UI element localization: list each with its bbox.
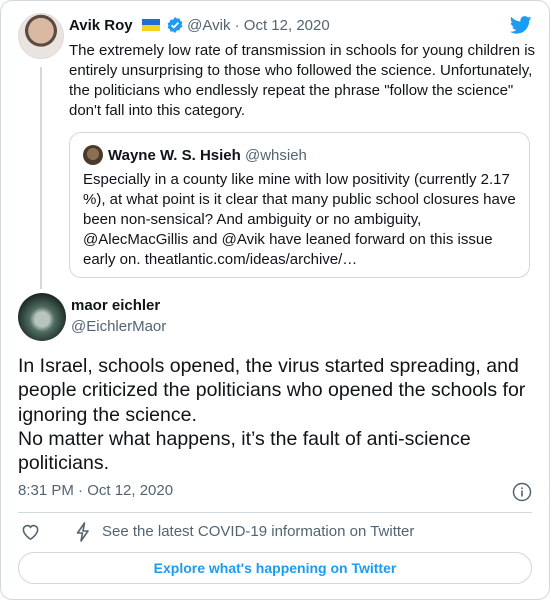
verified-badge-icon	[167, 17, 183, 33]
avatar[interactable]	[83, 145, 103, 165]
divider	[18, 512, 532, 513]
author-handle[interactable]: @Avik	[187, 17, 230, 34]
parent-tweet-header: Avik Roy @Avik · Oct 12, 2020	[69, 17, 330, 37]
parent-tweet-text: The extremely low rate of transmission i…	[69, 42, 536, 119]
info-icon[interactable]	[512, 482, 532, 502]
avatar[interactable]	[18, 13, 64, 59]
ukraine-flag-icon	[141, 19, 160, 31]
covid-info-link[interactable]: See the latest COVID-19 information on T…	[102, 523, 414, 540]
author-name[interactable]: Wayne W. S. Hsieh	[108, 147, 241, 164]
author-name[interactable]: Avik Roy	[69, 17, 133, 34]
quoted-tweet-text: Especially in a county like mine with lo…	[83, 171, 516, 268]
author-handle[interactable]: @EichlerMaor	[71, 318, 166, 335]
thread-connector-line	[40, 67, 42, 289]
separator: ·	[234, 17, 240, 34]
quoted-tweet-header: Wayne W. S. Hsieh @whsieh	[108, 147, 307, 164]
author-handle[interactable]: @whsieh	[245, 147, 307, 164]
heart-icon[interactable]	[21, 523, 40, 541]
tweet-date[interactable]: Oct 12, 2020	[244, 17, 330, 34]
quoted-tweet[interactable]: Wayne W. S. Hsieh @whsieh Especially in …	[69, 132, 530, 278]
twitter-logo-icon[interactable]	[510, 16, 532, 34]
avatar[interactable]	[18, 293, 66, 341]
main-tweet-text: In Israel, schools opened, the virus sta…	[18, 355, 526, 475]
embedded-tweet-card: Avik Roy @Avik · Oct 12, 2020 The extrem…	[0, 0, 550, 600]
lightning-bolt-icon	[76, 522, 89, 542]
author-name[interactable]: maor eichler	[71, 297, 160, 314]
explore-twitter-button[interactable]: Explore what's happening on Twitter	[18, 552, 532, 584]
tweet-timestamp[interactable]: 8:31 PM · Oct 12, 2020	[18, 482, 173, 499]
